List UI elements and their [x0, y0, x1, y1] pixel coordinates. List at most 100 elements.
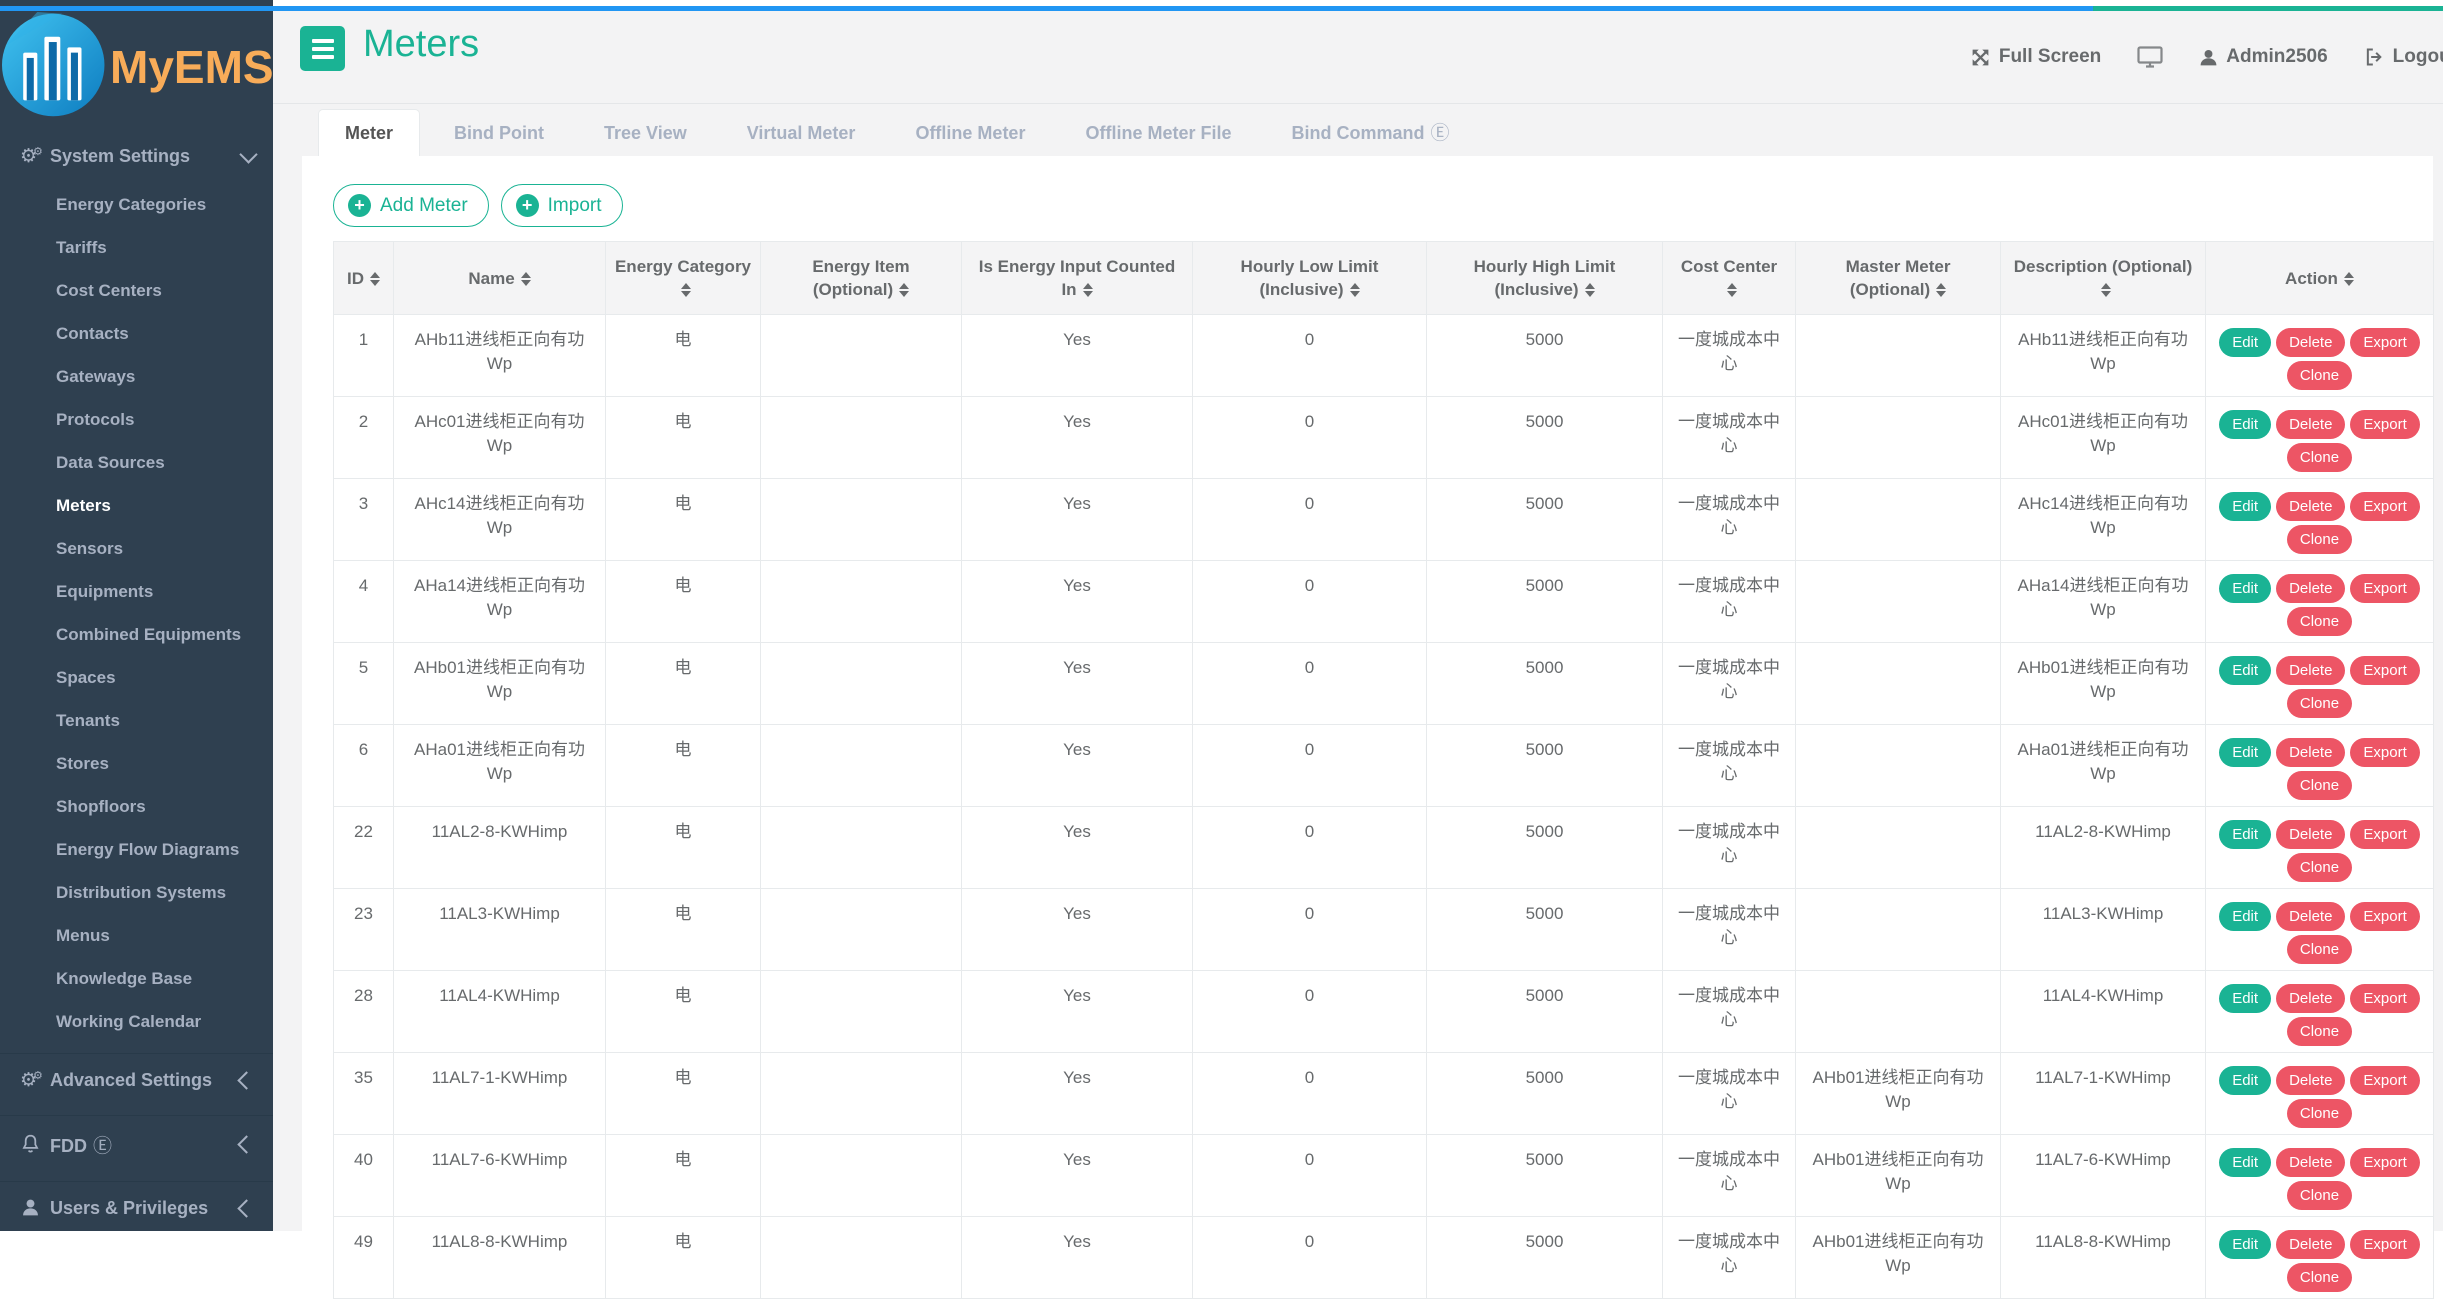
clone-button[interactable]: Clone — [2287, 443, 2352, 472]
sort-icon[interactable] — [1585, 283, 1595, 297]
sidebar-item-meters[interactable]: Meters — [0, 484, 273, 527]
column-header-action[interactable]: Action — [2206, 242, 2434, 315]
sidebar-toggle-button[interactable] — [300, 26, 345, 71]
column-header-energy-item[interactable]: Energy Item(Optional) — [761, 242, 962, 315]
sidebar-item-working-calendar[interactable]: Working Calendar — [0, 1000, 273, 1043]
sidebar-item-energy-flow-diagrams[interactable]: Energy Flow Diagrams — [0, 828, 273, 871]
export-button[interactable]: Export — [2350, 574, 2419, 603]
sidebar-item-knowledge-base[interactable]: Knowledge Base — [0, 957, 273, 1000]
delete-button[interactable]: Delete — [2276, 492, 2345, 521]
tab-meter[interactable]: Meter — [318, 109, 420, 156]
sidebar-section-toggle[interactable]: Users & Privileges — [0, 1182, 273, 1233]
export-button[interactable]: Export — [2350, 656, 2419, 685]
edit-button[interactable]: Edit — [2219, 738, 2271, 767]
clone-button[interactable]: Clone — [2287, 689, 2352, 718]
edit-button[interactable]: Edit — [2219, 492, 2271, 521]
sidebar-item-tenants[interactable]: Tenants — [0, 699, 273, 742]
delete-button[interactable]: Delete — [2276, 574, 2345, 603]
sidebar-section-toggle[interactable]: FDDⒺ — [0, 1116, 273, 1171]
sidebar-item-sensors[interactable]: Sensors — [0, 527, 273, 570]
sidebar-item-data-sources[interactable]: Data Sources — [0, 441, 273, 484]
edit-button[interactable]: Edit — [2219, 574, 2271, 603]
delete-button[interactable]: Delete — [2276, 738, 2345, 767]
export-button[interactable]: Export — [2350, 1230, 2419, 1259]
sidebar-item-spaces[interactable]: Spaces — [0, 656, 273, 699]
delete-button[interactable]: Delete — [2276, 328, 2345, 357]
delete-button[interactable]: Delete — [2276, 1148, 2345, 1177]
sidebar-item-protocols[interactable]: Protocols — [0, 398, 273, 441]
sort-icon[interactable] — [370, 272, 380, 286]
column-header-is-energy-input-counted[interactable]: Is Energy Input CountedIn — [962, 242, 1193, 315]
sidebar-item-contacts[interactable]: Contacts — [0, 312, 273, 355]
edit-button[interactable]: Edit — [2219, 902, 2271, 931]
clone-button[interactable]: Clone — [2287, 771, 2352, 800]
sort-icon[interactable] — [2101, 283, 2111, 297]
edit-button[interactable]: Edit — [2219, 1230, 2271, 1259]
sort-icon[interactable] — [899, 283, 909, 297]
clone-button[interactable]: Clone — [2287, 1099, 2352, 1128]
column-header-name[interactable]: Name — [394, 242, 606, 315]
sort-icon[interactable] — [681, 283, 691, 297]
fullscreen-button[interactable]: Full Screen — [1970, 46, 2101, 68]
sidebar-section-toggle[interactable]: ⚙⚙System Settings — [0, 130, 273, 181]
export-button[interactable]: Export — [2350, 492, 2419, 521]
delete-button[interactable]: Delete — [2276, 1230, 2345, 1259]
clone-button[interactable]: Clone — [2287, 361, 2352, 390]
sort-icon[interactable] — [1350, 283, 1360, 297]
delete-button[interactable]: Delete — [2276, 1066, 2345, 1095]
edit-button[interactable]: Edit — [2219, 1148, 2271, 1177]
sort-icon[interactable] — [1727, 283, 1737, 297]
tab-virtual-meter[interactable]: Virtual Meter — [721, 110, 882, 156]
sort-icon[interactable] — [521, 272, 531, 286]
sidebar-item-equipments[interactable]: Equipments — [0, 570, 273, 613]
sidebar-item-tariffs[interactable]: Tariffs — [0, 226, 273, 269]
edit-button[interactable]: Edit — [2219, 328, 2271, 357]
edit-button[interactable]: Edit — [2219, 656, 2271, 685]
export-button[interactable]: Export — [2350, 984, 2419, 1013]
tab-offline-meter[interactable]: Offline Meter — [889, 110, 1051, 156]
sidebar-section-toggle[interactable]: ⚙⚙Advanced Settings — [0, 1054, 273, 1105]
export-button[interactable]: Export — [2350, 1066, 2419, 1095]
column-header-energy-category[interactable]: Energy Category — [606, 242, 761, 315]
sort-icon[interactable] — [2344, 272, 2354, 286]
delete-button[interactable]: Delete — [2276, 410, 2345, 439]
delete-button[interactable]: Delete — [2276, 820, 2345, 849]
add-meter-button[interactable]: + Add Meter — [333, 184, 489, 227]
sidebar-item-cost-centers[interactable]: Cost Centers — [0, 269, 273, 312]
column-header-master-meter[interactable]: Master Meter(Optional) — [1796, 242, 2001, 315]
edit-button[interactable]: Edit — [2219, 410, 2271, 439]
import-button[interactable]: + Import — [501, 184, 623, 227]
sidebar-item-stores[interactable]: Stores — [0, 742, 273, 785]
column-header-hourly-high-limit[interactable]: Hourly High Limit(Inclusive) — [1427, 242, 1663, 315]
delete-button[interactable]: Delete — [2276, 902, 2345, 931]
export-button[interactable]: Export — [2350, 410, 2419, 439]
edit-button[interactable]: Edit — [2219, 820, 2271, 849]
tab-bind-command[interactable]: Bind CommandⒺ — [1265, 110, 1475, 156]
clone-button[interactable]: Clone — [2287, 853, 2352, 882]
export-button[interactable]: Export — [2350, 820, 2419, 849]
export-button[interactable]: Export — [2350, 328, 2419, 357]
export-button[interactable]: Export — [2350, 738, 2419, 767]
brand-logo[interactable]: MyEMS — [0, 0, 273, 130]
edit-button[interactable]: Edit — [2219, 1066, 2271, 1095]
tab-offline-meter-file[interactable]: Offline Meter File — [1059, 110, 1257, 156]
user-menu[interactable]: Admin2506 — [2199, 46, 2327, 68]
logout-button[interactable]: Logout — [2364, 46, 2443, 68]
clone-button[interactable]: Clone — [2287, 935, 2352, 964]
sidebar-item-combined-equipments[interactable]: Combined Equipments — [0, 613, 273, 656]
delete-button[interactable]: Delete — [2276, 984, 2345, 1013]
export-button[interactable]: Export — [2350, 902, 2419, 931]
clone-button[interactable]: Clone — [2287, 1017, 2352, 1046]
clone-button[interactable]: Clone — [2287, 1263, 2352, 1292]
sort-icon[interactable] — [1083, 283, 1093, 297]
edit-button[interactable]: Edit — [2219, 984, 2271, 1013]
column-header-id[interactable]: ID — [334, 242, 394, 315]
sidebar-item-energy-categories[interactable]: Energy Categories — [0, 183, 273, 226]
clone-button[interactable]: Clone — [2287, 1181, 2352, 1210]
clone-button[interactable]: Clone — [2287, 607, 2352, 636]
column-header-description-optional-[interactable]: Description (Optional) — [2001, 242, 2206, 315]
sidebar-item-shopfloors[interactable]: Shopfloors — [0, 785, 273, 828]
clone-button[interactable]: Clone — [2287, 525, 2352, 554]
tab-tree-view[interactable]: Tree View — [578, 110, 713, 156]
sidebar-item-distribution-systems[interactable]: Distribution Systems — [0, 871, 273, 914]
